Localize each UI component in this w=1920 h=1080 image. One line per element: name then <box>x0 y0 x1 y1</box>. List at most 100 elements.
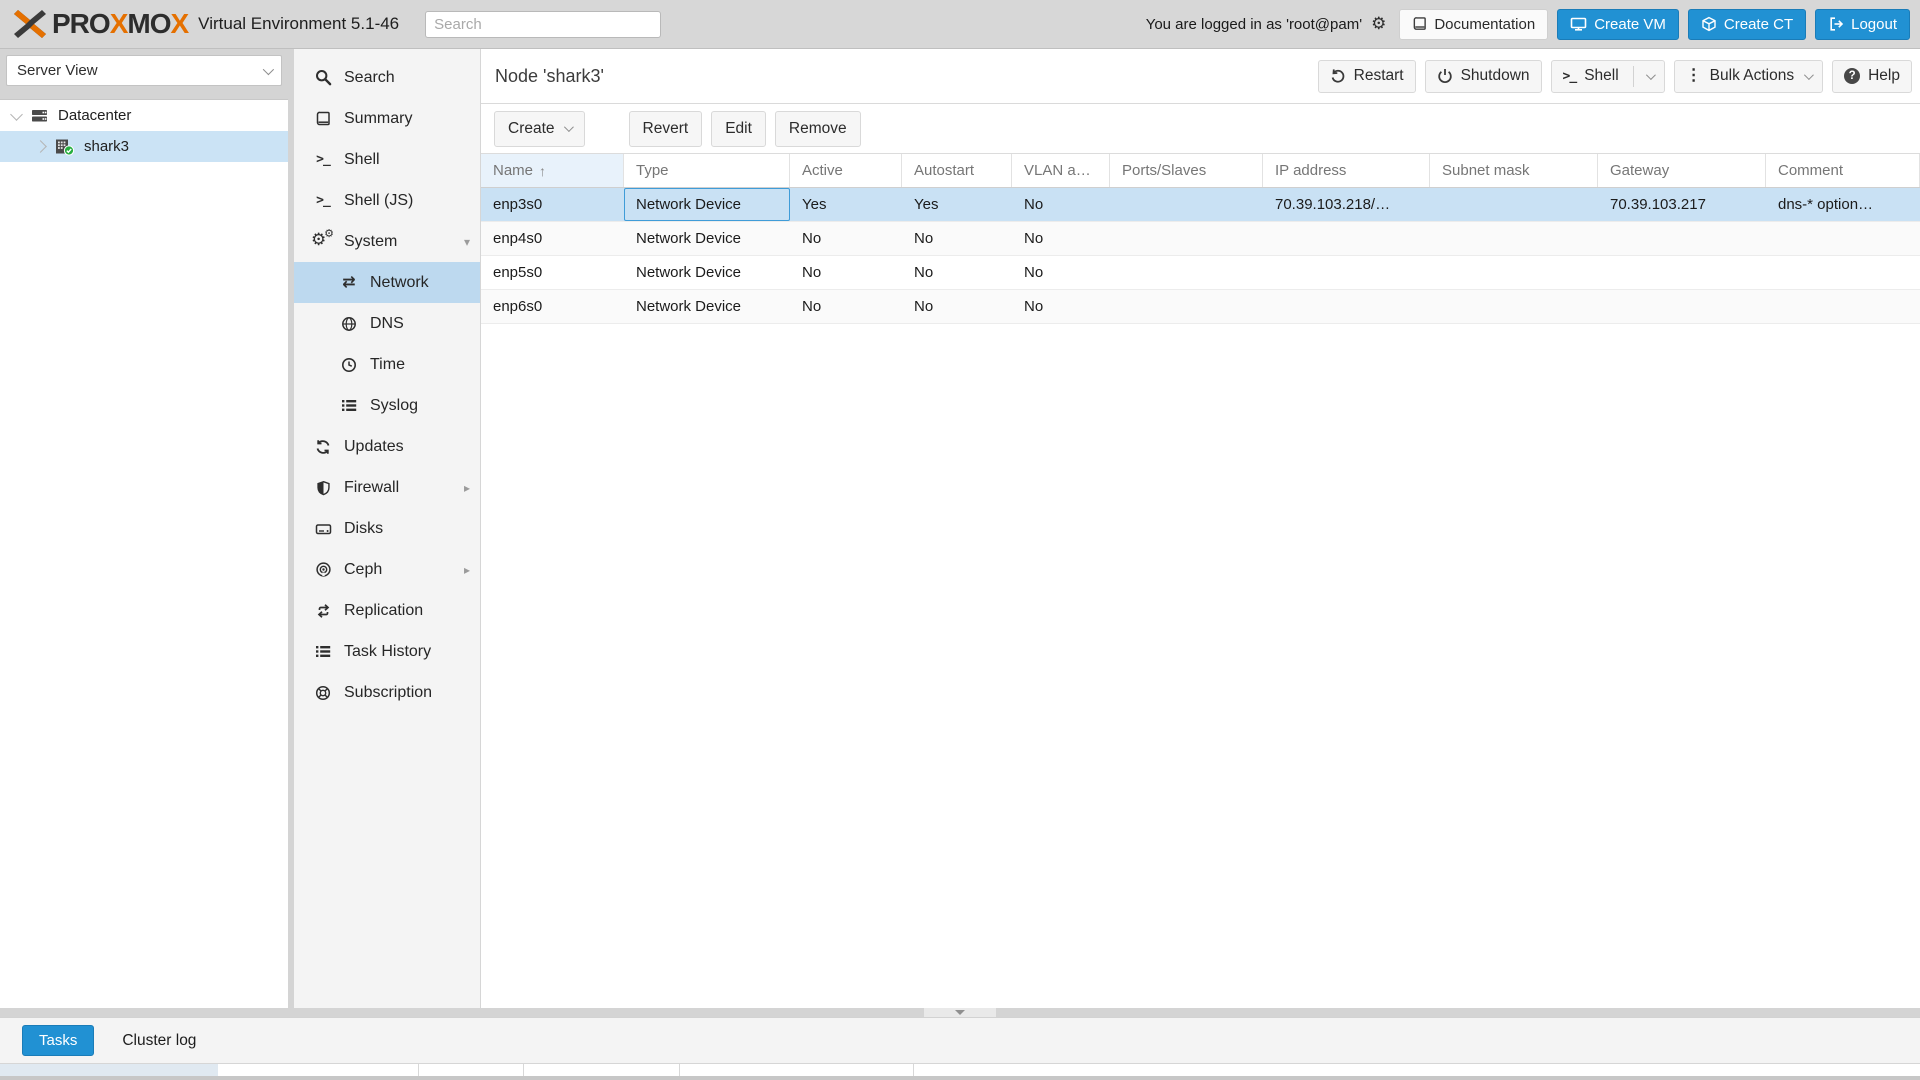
chevron-down-icon: ▾ <box>464 235 470 249</box>
node-icon <box>55 138 75 156</box>
expander-open-icon[interactable] <box>10 108 23 121</box>
button-divider <box>1633 66 1634 87</box>
sidebar-item-subscription[interactable]: Subscription <box>294 672 480 713</box>
sidebar-item-shell[interactable]: >_ Shell <box>294 139 480 180</box>
table-row[interactable]: enp4s0 Network Device No No No <box>481 222 1920 256</box>
node-sidebar-menu: Search Summary >_ Shell >_ Shell (JS) ⚙⚙… <box>294 49 481 1008</box>
proxmox-x-mark-icon <box>12 6 48 42</box>
shutdown-button[interactable]: Shutdown <box>1425 60 1542 93</box>
chevron-down-icon <box>955 1010 965 1015</box>
chevron-down-icon <box>1804 70 1814 80</box>
network-table: Name ↑ Type Active Autostart VLAN a… Por… <box>481 153 1920 324</box>
proxmox-logo[interactable]: PROXMOX <box>12 6 188 42</box>
documentation-button[interactable]: Documentation <box>1399 9 1548 40</box>
sidebar-item-search[interactable]: Search <box>294 57 480 98</box>
resource-tree: Datacenter shark3 <box>0 99 288 1008</box>
restart-icon <box>1330 68 1346 84</box>
shell-button[interactable]: >_ Shell <box>1551 60 1665 93</box>
logout-button[interactable]: Logout <box>1815 9 1910 40</box>
column-header-subnet-mask[interactable]: Subnet mask <box>1430 154 1598 187</box>
sidebar-item-shell-js[interactable]: >_ Shell (JS) <box>294 180 480 221</box>
terminal-icon: >_ <box>312 152 334 167</box>
column-header-vlan[interactable]: VLAN a… <box>1012 154 1110 187</box>
chevron-down-icon <box>563 122 573 132</box>
help-button[interactable]: ? Help <box>1832 60 1912 93</box>
network-icon: ⇄ <box>338 275 360 291</box>
sidebar-item-time[interactable]: Time <box>294 344 480 385</box>
restart-button[interactable]: Restart <box>1318 60 1416 93</box>
table-row[interactable]: enp3s0 Network Device Yes Yes No 70.39.1… <box>481 188 1920 222</box>
sidebar-item-system[interactable]: ⚙⚙ System ▾ <box>294 221 480 262</box>
disk-icon <box>312 521 334 537</box>
revert-button[interactable]: Revert <box>629 111 703 147</box>
tree-item-datacenter[interactable]: Datacenter <box>0 100 288 131</box>
table-row[interactable]: enp5s0 Network Device No No No <box>481 256 1920 290</box>
list-icon <box>338 398 360 413</box>
version-subtitle: Virtual Environment 5.1-46 <box>198 14 399 34</box>
sidebar-item-disks[interactable]: Disks <box>294 508 480 549</box>
sidebar-item-updates[interactable]: Updates <box>294 426 480 467</box>
proxmox-app: PROXMOX Virtual Environment 5.1-46 You a… <box>0 0 1920 1080</box>
book-icon <box>312 111 334 127</box>
chevron-right-icon: ▸ <box>464 481 470 495</box>
cluster-log-tab[interactable]: Cluster log <box>122 1032 196 1050</box>
logged-in-text: You are logged in as 'root@pam' <box>1146 16 1362 33</box>
sidebar-item-replication[interactable]: Replication <box>294 590 480 631</box>
tree-item-shark3[interactable]: shark3 <box>0 131 288 162</box>
bottom-splitter[interactable] <box>0 1008 1920 1017</box>
tasks-tab-button[interactable]: Tasks <box>22 1025 94 1056</box>
global-search-input[interactable] <box>425 11 661 38</box>
logout-icon <box>1828 16 1844 32</box>
table-row[interactable]: enp6s0 Network Device No No No <box>481 290 1920 324</box>
column-header-gateway[interactable]: Gateway <box>1598 154 1766 187</box>
focused-cell[interactable]: Network Device <box>624 188 790 221</box>
column-header-autostart[interactable]: Autostart <box>902 154 1012 187</box>
kebab-icon: ⋮ <box>1686 68 1702 84</box>
column-header-name[interactable]: Name ↑ <box>481 154 624 187</box>
help-icon: ? <box>1844 68 1860 84</box>
remove-button[interactable]: Remove <box>775 111 861 147</box>
chevron-down-icon[interactable] <box>1646 70 1656 80</box>
sidebar-item-task-history[interactable]: Task History <box>294 631 480 672</box>
create-ct-button[interactable]: Create CT <box>1688 9 1806 40</box>
node-header-bar: Node 'shark3' Restart Shutdown <box>481 49 1920 104</box>
table-header-row: Name ↑ Type Active Autostart VLAN a… Por… <box>481 153 1920 188</box>
top-header-bar: PROXMOX Virtual Environment 5.1-46 You a… <box>0 0 1920 49</box>
sidebar-item-firewall[interactable]: Firewall ▸ <box>294 467 480 508</box>
column-header-comment[interactable]: Comment <box>1766 154 1920 187</box>
clock-icon <box>338 357 360 373</box>
shield-icon <box>312 480 334 496</box>
search-icon <box>312 69 334 86</box>
create-vm-button[interactable]: Create VM <box>1557 9 1679 40</box>
sidebar-item-summary[interactable]: Summary <box>294 98 480 139</box>
expander-closed-icon[interactable] <box>34 140 47 153</box>
bottom-edge <box>0 1076 1920 1080</box>
column-header-ip-address[interactable]: IP address <box>1263 154 1430 187</box>
lifering-icon <box>312 685 334 701</box>
sidebar-item-dns[interactable]: DNS <box>294 303 480 344</box>
create-button[interactable]: Create <box>494 111 585 147</box>
user-settings-gear-icon[interactable]: ⚙ <box>1371 14 1386 34</box>
cube-icon <box>1701 16 1717 32</box>
view-mode-selector[interactable]: Server View <box>6 55 282 86</box>
sidebar-item-syslog[interactable]: Syslog <box>294 385 480 426</box>
content-panel: Node 'shark3' Restart Shutdown <box>481 49 1920 1008</box>
collapse-handle[interactable] <box>924 1008 996 1017</box>
tasks-grid-sliver <box>0 1063 1920 1076</box>
terminal-icon: >_ <box>312 193 334 208</box>
terminal-icon: >_ <box>1563 69 1577 84</box>
book-icon <box>1412 16 1427 32</box>
column-header-ports-slaves[interactable]: Ports/Slaves <box>1110 154 1263 187</box>
sidebar-item-ceph[interactable]: Ceph ▸ <box>294 549 480 590</box>
sidebar-item-network[interactable]: ⇄ Network <box>294 262 480 303</box>
chevron-down-icon <box>263 63 274 74</box>
edit-button[interactable]: Edit <box>711 111 766 147</box>
column-header-active[interactable]: Active <box>790 154 902 187</box>
bulk-actions-button[interactable]: ⋮ Bulk Actions <box>1674 60 1823 93</box>
column-header-type[interactable]: Type <box>624 154 790 187</box>
power-icon <box>1437 68 1453 84</box>
globe-icon <box>338 316 360 332</box>
replication-icon <box>312 603 334 619</box>
chevron-right-icon: ▸ <box>464 563 470 577</box>
proxmox-wordmark: PROXMOX <box>52 10 188 38</box>
